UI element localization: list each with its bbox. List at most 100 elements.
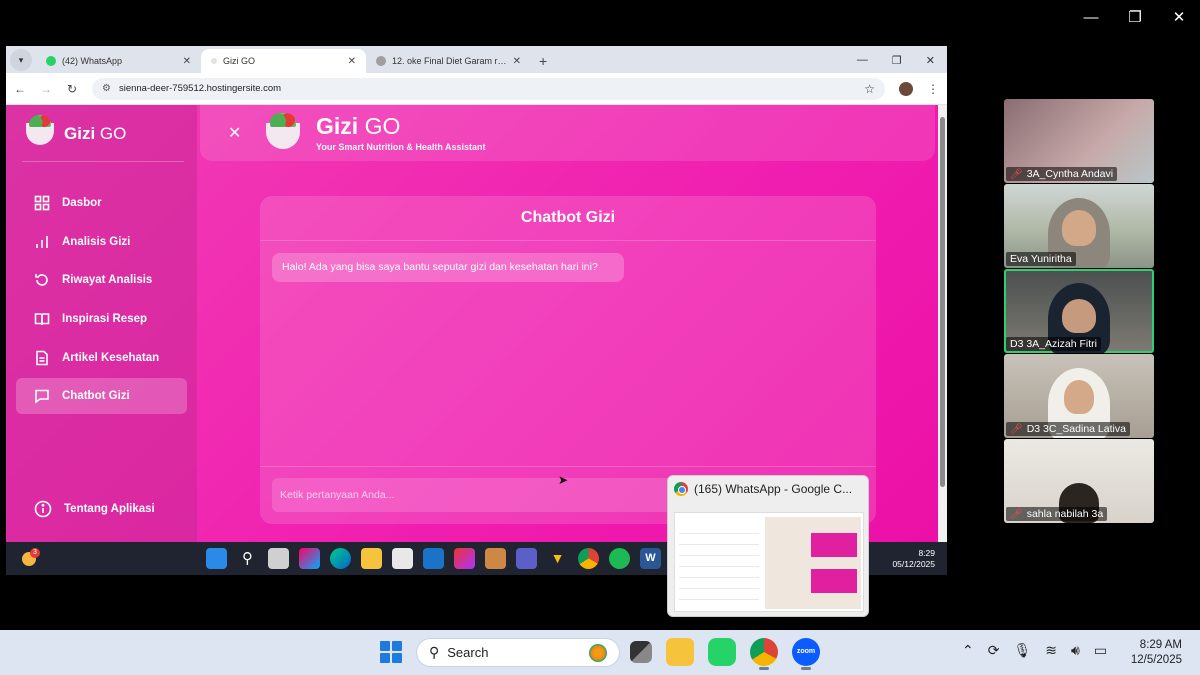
- participant-tile[interactable]: D3 3A_Azizah Fitri: [1004, 269, 1154, 353]
- microphone-icon[interactable]: 🎙︎: [1013, 642, 1031, 659]
- participant-label: 🎤︎ D3 3C_Sadina Lativa: [1006, 422, 1130, 436]
- copilot-icon[interactable]: [299, 548, 320, 569]
- word-icon[interactable]: W: [640, 548, 661, 569]
- taskbar-search[interactable]: ⚲: [416, 638, 620, 667]
- sync-icon[interactable]: ⟳: [988, 642, 1000, 659]
- folder-icon[interactable]: [666, 638, 694, 666]
- edge-icon[interactable]: [330, 548, 351, 569]
- sidebar-item-chatbot-gizi[interactable]: Chatbot Gizi: [16, 378, 187, 415]
- participant-tile[interactable]: Eva Yuniritha: [1004, 184, 1154, 268]
- brand-logo[interactable]: Gizi GO: [26, 115, 127, 145]
- chrome-icon[interactable]: [578, 548, 599, 569]
- participant-name: sahla nabilah 3a: [1026, 508, 1104, 520]
- salad-bowl-icon: [26, 115, 54, 145]
- more-menu-icon[interactable]: ⋮: [927, 82, 939, 96]
- search-icon[interactable]: ⚲: [237, 548, 258, 569]
- app-icon[interactable]: [485, 548, 506, 569]
- zoom-window-controls: — ❐ ✕: [1082, 8, 1188, 28]
- new-tab-button[interactable]: +: [531, 53, 555, 73]
- browser-minimize-icon[interactable]: —: [857, 54, 868, 67]
- url-field[interactable]: ⚙ sienna-deer-759512.hostingersite.com ☆: [92, 77, 885, 100]
- whatsapp-icon: [46, 56, 56, 66]
- speaker-icon[interactable]: 🔊︎: [1071, 642, 1080, 659]
- taskbar-search-input[interactable]: [447, 645, 568, 660]
- participant-name: Eva Yuniritha: [1010, 253, 1072, 265]
- close-button[interactable]: ✕: [1170, 8, 1188, 28]
- windows-start-icon[interactable]: [380, 641, 402, 663]
- sidebar-item-riwayat-analisis[interactable]: Riwayat Analisis: [16, 262, 187, 298]
- url-text: sienna-deer-759512.hostingersite.com: [118, 83, 282, 94]
- forward-arrow-icon[interactable]: →: [40, 82, 52, 96]
- tab-close-icon[interactable]: ✕: [183, 56, 191, 67]
- site-info-icon[interactable]: ⚙: [102, 83, 111, 94]
- sidebar-item-tentang-aplikasi[interactable]: Tentang Aplikasi: [34, 500, 155, 518]
- tab-whatsapp[interactable]: (42) WhatsApp ✕: [36, 49, 201, 73]
- page-scrollbar[interactable]: [938, 105, 947, 542]
- whatsapp-preview-header: (165) WhatsApp - Google C...: [668, 476, 868, 502]
- start-tile: [380, 641, 390, 651]
- back-arrow-icon[interactable]: ←: [14, 82, 26, 96]
- search-highlight-icon: [589, 643, 607, 662]
- tab-diet-garam[interactable]: 12. oke Final Diet Garam renda ✕: [366, 49, 531, 73]
- scrollbar-thumb[interactable]: [940, 117, 945, 487]
- sidebar-item-analisis-gizi[interactable]: Analisis Gizi: [16, 224, 187, 260]
- participant-tile[interactable]: 🎤︎ 3A_Cyntha Andavi: [1004, 99, 1154, 183]
- participant-tile[interactable]: 🎤︎ sahla nabilah 3a: [1004, 439, 1154, 523]
- tab-close-icon[interactable]: ✕: [348, 56, 356, 67]
- participant-tile[interactable]: 🎤︎ D3 3C_Sadina Lativa: [1004, 354, 1154, 438]
- tab-title: Gizi GO: [223, 56, 256, 66]
- host-clock[interactable]: 8:29 AM 12/5/2025: [1131, 638, 1182, 668]
- weather-widget[interactable]: 3: [20, 548, 40, 568]
- whatsapp-icon[interactable]: [708, 638, 736, 666]
- reload-icon[interactable]: ↻: [66, 82, 78, 96]
- close-sidebar-icon[interactable]: ✕: [228, 123, 241, 143]
- sidebar-item-label: Tentang Aplikasi: [64, 503, 155, 515]
- wifi-icon[interactable]: ≋: [1045, 642, 1057, 659]
- chrome-icon[interactable]: [750, 638, 778, 670]
- folder-icon[interactable]: [361, 548, 382, 569]
- bookmark-star-icon[interactable]: ☆: [864, 82, 875, 96]
- participant-name: D3 3C_Sadina Lativa: [1026, 423, 1126, 435]
- dropdown-app-icon[interactable]: ▼: [547, 548, 568, 569]
- restore-button[interactable]: ❐: [1126, 8, 1144, 28]
- chevron-up-icon[interactable]: ⌃: [962, 642, 974, 659]
- teams-icon[interactable]: [516, 548, 537, 569]
- sidebar-item-dasbor[interactable]: Dasbor: [16, 185, 187, 221]
- spotify-icon[interactable]: [609, 548, 630, 569]
- browser-restore-icon[interactable]: ❐: [892, 54, 902, 67]
- host-time: 8:29 AM: [1139, 639, 1182, 651]
- windows-start-icon[interactable]: [206, 548, 227, 569]
- mouse-cursor-icon: ➤: [558, 473, 569, 487]
- office-icon[interactable]: [454, 548, 475, 569]
- sidebar-item-inspirasi-resep[interactable]: Inspirasi Resep: [16, 301, 187, 337]
- shared-image-thumbnail: [811, 569, 857, 593]
- profile-avatar[interactable]: [899, 81, 913, 96]
- whatsapp-preview-thumbnail[interactable]: [674, 512, 864, 612]
- screen: — ❐ ✕ ▾ (42) WhatsApp ✕ Gizi GO ✕ 12. ok…: [0, 0, 1200, 675]
- globe-icon: [376, 56, 386, 66]
- browser-close-icon[interactable]: ✕: [926, 54, 935, 67]
- remote-taskbar-apps: ⚲ ▼ W: [206, 548, 661, 569]
- minimize-button[interactable]: —: [1082, 8, 1100, 28]
- chat-input[interactable]: [272, 478, 692, 512]
- page-title-light: GO: [364, 113, 401, 139]
- tab-search-chevron-icon[interactable]: ▾: [10, 49, 32, 71]
- tab-gizi-go[interactable]: Gizi GO ✕: [201, 49, 366, 73]
- page-subtitle: Your Smart Nutrition & Health Assistant: [316, 142, 486, 152]
- zoom-icon[interactable]: zoom: [792, 638, 820, 670]
- tab-close-icon[interactable]: ✕: [513, 56, 521, 67]
- muted-mic-icon: 🎤︎: [1010, 508, 1023, 520]
- task-view-icon[interactable]: [268, 548, 289, 569]
- host-date: 12/5/2025: [1130, 654, 1182, 666]
- sidebar-item-artikel-kesehatan[interactable]: Artikel Kesehatan: [16, 340, 187, 376]
- browser-window: ▾ (42) WhatsApp ✕ Gizi GO ✕ 12. oke Fina…: [6, 46, 947, 542]
- sidebar: Gizi GO Dasbor Analisis Gizi Riwayat Ana…: [6, 105, 197, 542]
- store-icon[interactable]: [392, 548, 413, 569]
- page-header: ✕ Gizi GO Your Smart Nutrition & Health …: [200, 105, 935, 161]
- battery-icon[interactable]: ▭: [1094, 642, 1107, 659]
- whatsapp-preview-popup[interactable]: (165) WhatsApp - Google C...: [667, 475, 869, 617]
- whatsapp-preview-title: (165) WhatsApp - Google C...: [694, 482, 853, 496]
- brand-name-light: GO: [99, 124, 127, 143]
- outlook-icon[interactable]: [423, 548, 444, 569]
- stacked-windows-icon[interactable]: [630, 641, 652, 663]
